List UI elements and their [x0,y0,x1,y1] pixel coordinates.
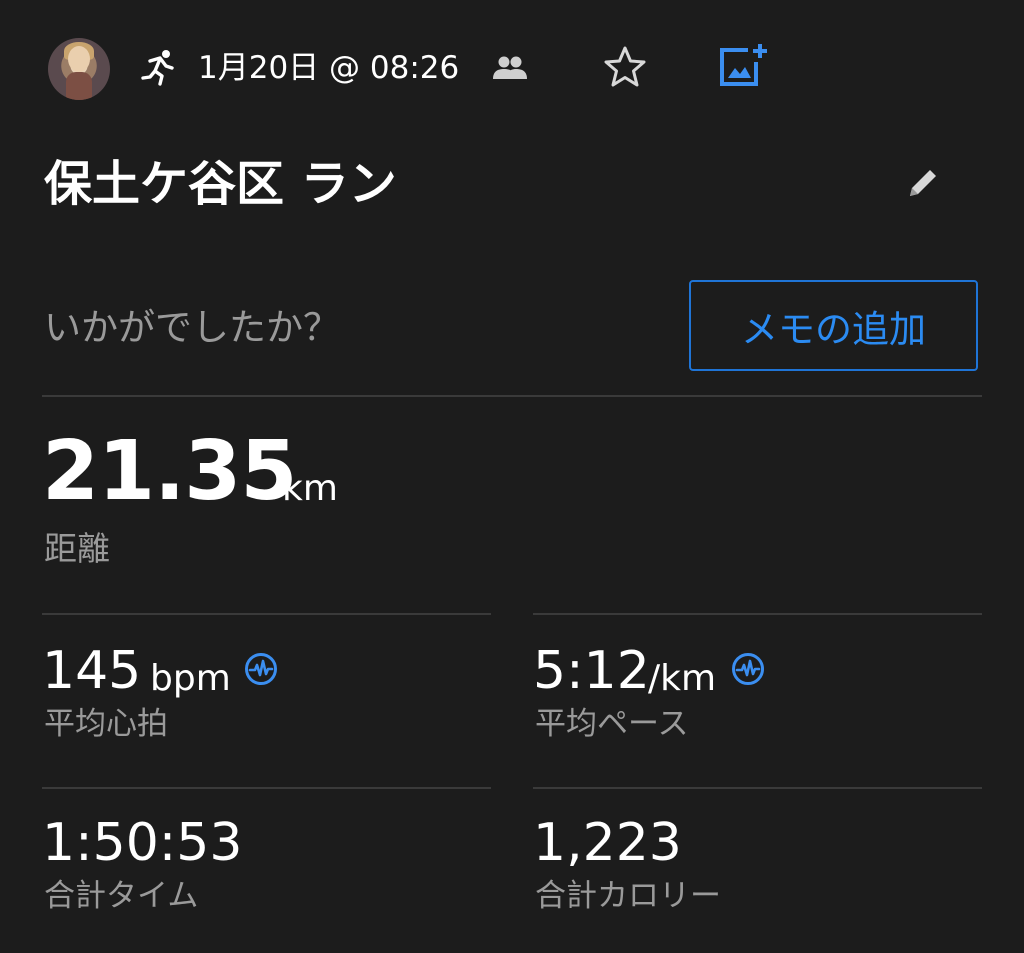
distance-unit: km [282,468,338,509]
avg-heart-rate-unit: bpm [150,658,231,699]
avatar[interactable] [48,38,110,100]
running-icon [141,50,174,86]
avg-heart-rate-label: 平均心拍 [44,706,168,742]
avg-heart-rate-value: 145 [42,641,142,701]
total-time-label: 合計タイム [44,878,199,914]
avg-pace-unit: /km [648,658,717,699]
activity-title[interactable]: 保土ケ谷区 ラン [44,154,397,214]
avg-pace-label: 平均ペース [535,706,689,742]
divider [42,787,491,789]
add-photo-icon[interactable] [718,42,768,88]
divider [42,395,982,397]
heart-rate-wave-icon[interactable] [731,652,765,686]
star-outline-icon[interactable] [602,44,648,90]
avatar-body [66,72,92,100]
avatar-head [68,46,90,72]
distance-label: 距離 [44,529,110,568]
pencil-icon[interactable] [902,164,942,204]
distance-value: 21.35 [42,424,297,519]
activity-date-time: 1月20日 @ 08:26 [198,50,460,86]
heart-rate-wave-icon[interactable] [244,652,278,686]
divider [533,787,982,789]
add-memo-button[interactable]: メモの追加 [689,280,978,371]
divider [42,613,491,615]
divider [533,613,982,615]
total-calories-label: 合計カロリー [535,878,721,914]
memo-prompt: いかがでしたか？ [44,306,340,349]
people-icon[interactable] [492,54,528,82]
avg-pace-value: 5:12 [533,641,650,701]
total-calories-value: 1,223 [533,813,682,873]
total-time-value: 1:50:53 [42,813,243,873]
